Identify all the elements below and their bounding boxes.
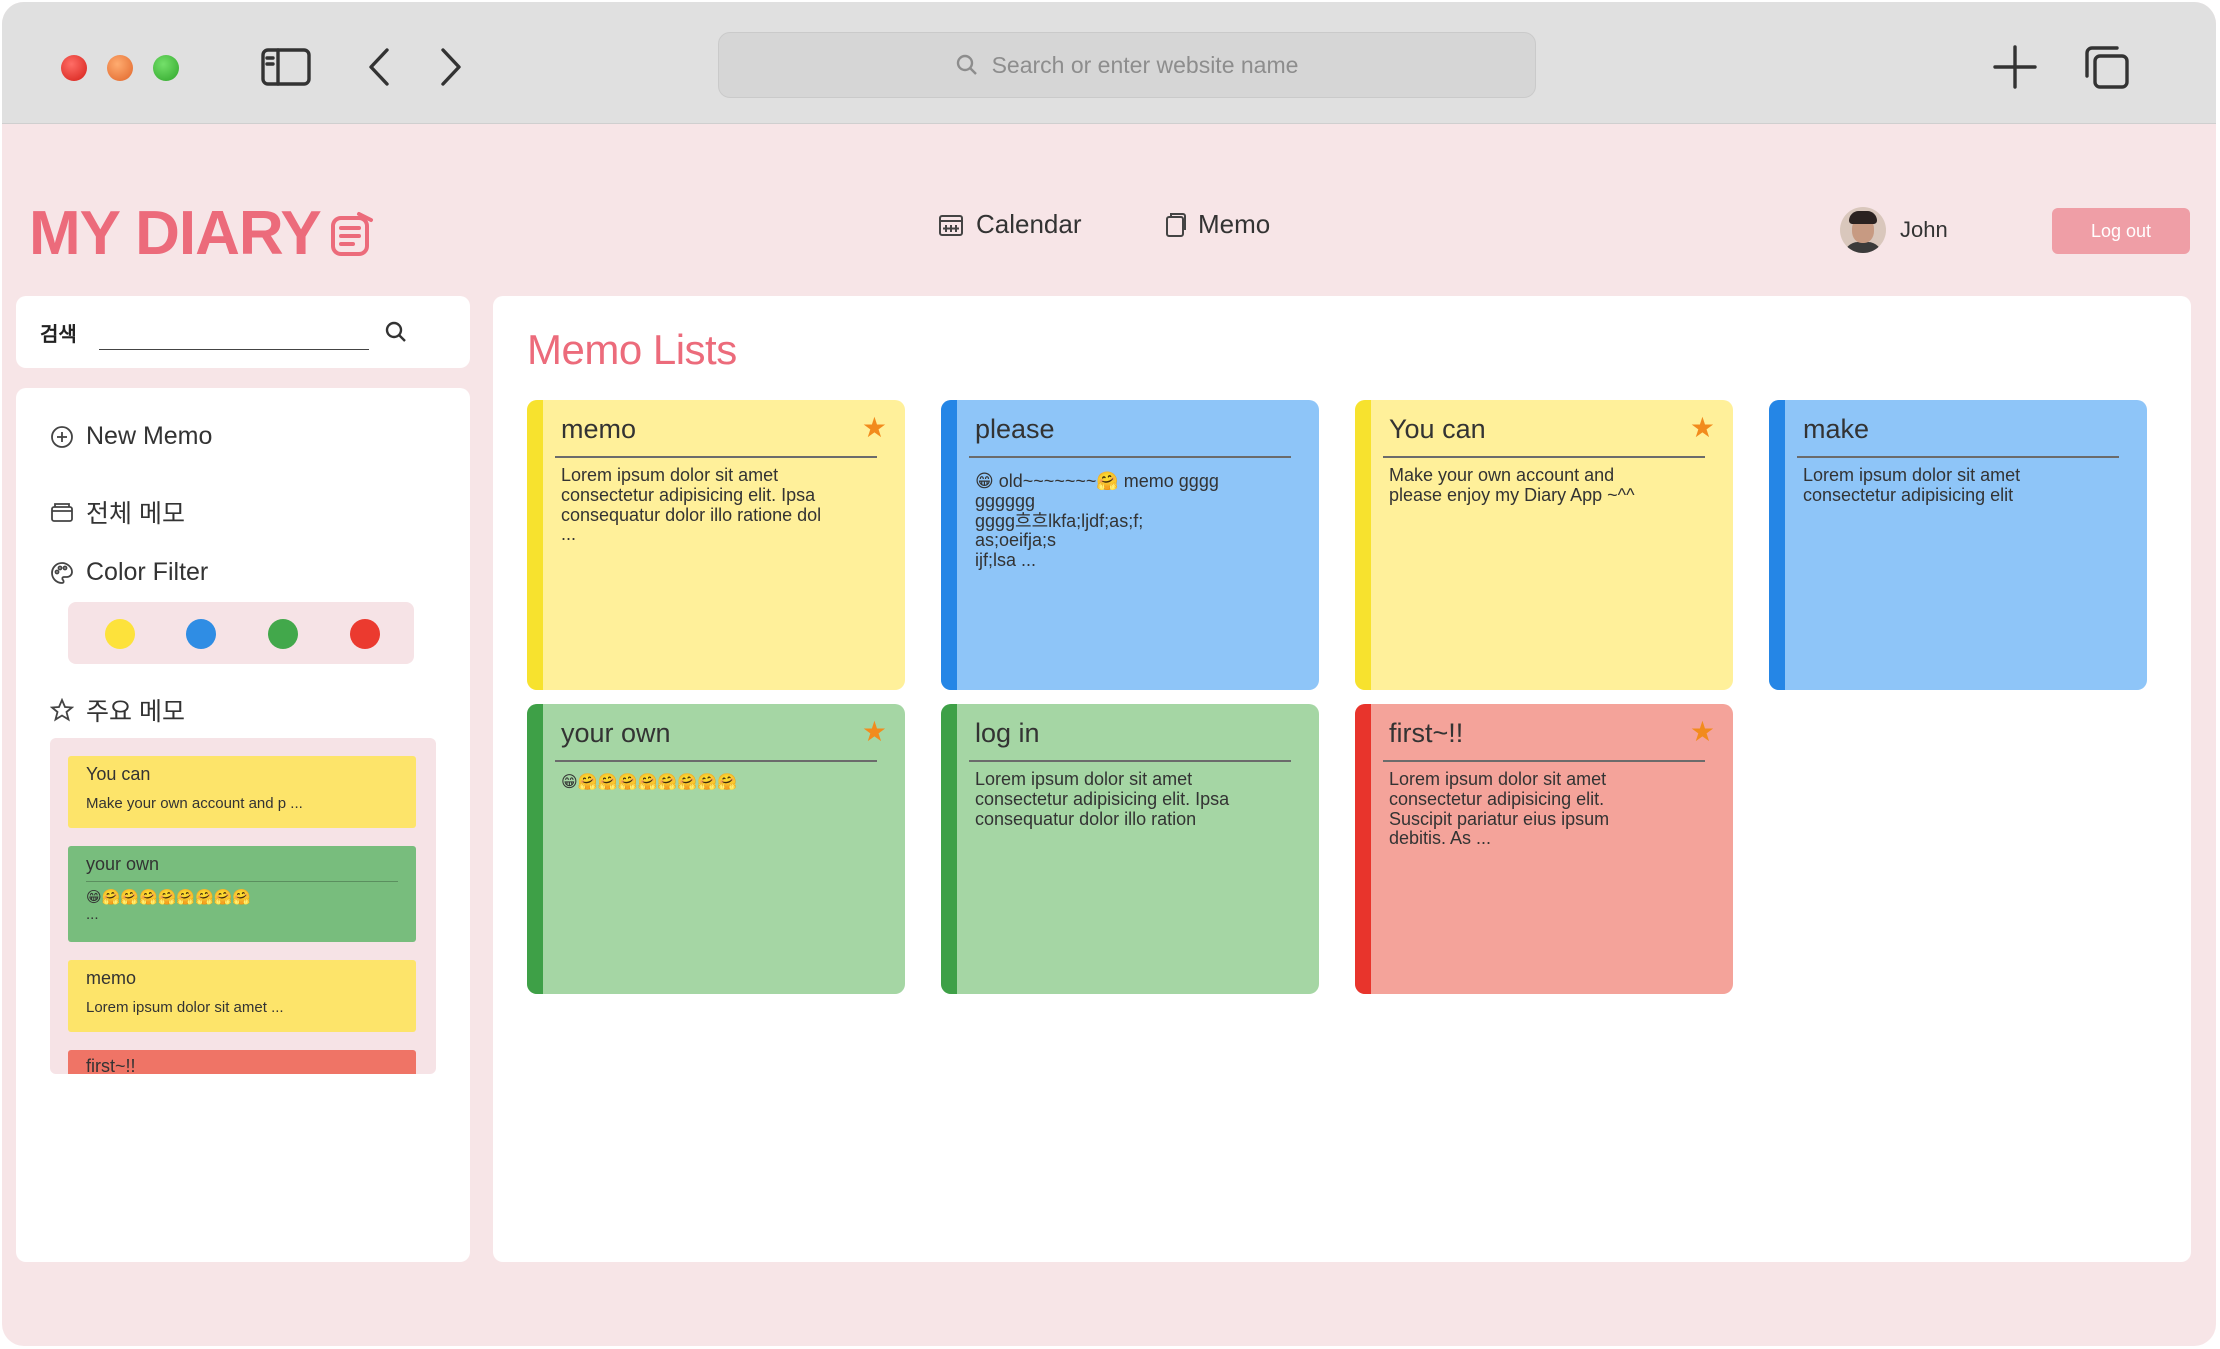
memo-body: 😁🤗🤗🤗🤗🤗🤗🤗🤗 <box>561 774 738 791</box>
favorite-memo-title: memo <box>86 968 137 988</box>
folder-icon <box>51 503 73 522</box>
favorite-memo-card[interactable]: first~!! <box>68 1050 416 1074</box>
memo-body: Lorem ipsum dolor sit amet consectetur a… <box>1803 465 2021 505</box>
filter-red[interactable] <box>350 619 380 649</box>
memo-color-stripe <box>527 704 543 994</box>
memo-card[interactable]: first~!! ★ Lorem ipsum dolor sit amet co… <box>1355 704 1733 994</box>
favorite-memos-list: You can Make your own account and p ... … <box>50 738 436 1074</box>
maximize-window-button[interactable] <box>153 55 179 81</box>
user-profile[interactable]: John <box>1840 207 1948 253</box>
memo-card[interactable]: log in ★ Lorem ipsum dolor sit amet cons… <box>941 704 1319 994</box>
filter-green[interactable] <box>268 619 298 649</box>
star-icon[interactable]: ★ <box>862 718 887 746</box>
memo-color-stripe <box>941 704 957 994</box>
address-placeholder: Search or enter website name <box>991 51 1299 78</box>
user-name: John <box>1900 217 1948 242</box>
color-filter-options <box>68 602 414 664</box>
star-icon[interactable]: ★ <box>862 414 887 442</box>
new-memo-button[interactable]: New Memo <box>50 422 212 451</box>
memo-color-stripe <box>1355 704 1371 994</box>
filter-yellow[interactable] <box>105 619 135 649</box>
memo-body: Lorem ipsum dolor sit amet consectetur a… <box>1389 769 1610 849</box>
memo-body: Lorem ipsum dolor sit amet consectetur a… <box>561 465 822 545</box>
new-tab-icon[interactable] <box>1992 42 2038 92</box>
favorite-memo-body: Make your own account and p ... <box>86 795 303 812</box>
nav-calendar[interactable]: Calendar <box>938 209 1082 240</box>
search-panel: 검색 <box>16 296 470 368</box>
color-filter-label: Color Filter <box>86 558 209 586</box>
memo-body: Lorem ipsum dolor sit amet consectetur a… <box>975 769 1230 829</box>
palette-icon <box>51 561 73 584</box>
memo-title: make <box>1803 414 1870 444</box>
memo-color-stripe <box>1769 400 1785 690</box>
memo-card[interactable]: memo ★ Lorem ipsum dolor sit amet consec… <box>527 400 905 690</box>
nav-memo-label: Memo <box>1198 209 1271 239</box>
search-icon <box>956 54 977 75</box>
star-icon[interactable]: ★ <box>1690 414 1715 442</box>
memo-title: log in <box>975 718 1040 748</box>
memo-color-stripe <box>1355 400 1371 690</box>
memo-body: 😁 old~~~~~~~🤗 memo gggg gggggg gggg흐흐lkf… <box>975 471 1219 571</box>
star-icon[interactable]: ★ <box>1690 718 1715 746</box>
nav-calendar-label: Calendar <box>976 209 1082 239</box>
page-title: Memo Lists <box>527 326 737 373</box>
search-label: 검색 <box>40 323 77 346</box>
nav-memo[interactable]: Memo <box>1164 209 1270 240</box>
search-input[interactable] <box>98 314 369 350</box>
browser-toolbar: Search or enter website name <box>2 2 2216 124</box>
address-bar[interactable]: Search or enter website name <box>718 32 1536 98</box>
memo-title: memo <box>561 414 637 444</box>
favorite-memo-ellipsis: ... <box>86 906 99 923</box>
memo-color-stripe <box>527 400 543 690</box>
browser-window: Search or enter website name MY DIARY Ca… <box>2 2 2216 1346</box>
plus-circle-icon <box>51 425 73 448</box>
memo-lists-panel: Memo Lists memo ★ Lorem ipsum dolor sit … <box>493 296 2191 1262</box>
filter-blue[interactable] <box>186 619 216 649</box>
memo-body: Make your own account and please enjoy m… <box>1389 465 1635 505</box>
calendar-icon <box>939 214 963 236</box>
color-filter-heading: Color Filter <box>50 558 208 587</box>
avatar <box>1840 207 1886 253</box>
memo-card[interactable]: please ★ 😁 old~~~~~~~🤗 memo gggg gggggg … <box>941 400 1319 690</box>
notepad-icon <box>330 211 373 256</box>
memo-color-stripe <box>941 400 957 690</box>
minimize-window-button[interactable] <box>107 55 133 81</box>
favorite-memo-title: your own <box>86 854 160 874</box>
memo-card[interactable]: make ★ Lorem ipsum dolor sit amet consec… <box>1769 400 2147 690</box>
favorite-memo-card[interactable]: your own 😁🤗🤗🤗🤗🤗🤗🤗🤗 ... <box>68 846 416 942</box>
logout-button[interactable]: Log out <box>2052 208 2190 254</box>
sidebar: New Memo 전체 메모 Color Filter 주요 메모 You ca… <box>16 388 470 1262</box>
favorite-memo-body: Lorem ipsum dolor sit amet ... <box>86 999 284 1016</box>
memo-title: You can <box>1389 414 1486 444</box>
forward-icon[interactable] <box>436 42 466 92</box>
all-memos-button[interactable]: 전체 메모 <box>50 494 185 530</box>
favorite-memo-card[interactable]: You can Make your own account and p ... <box>68 756 416 828</box>
sidebar-toggle-icon[interactable] <box>260 42 312 92</box>
favorites-heading: 주요 메모 <box>50 692 185 728</box>
new-memo-label: New Memo <box>86 422 213 450</box>
favorite-memo-card[interactable]: memo Lorem ipsum dolor sit amet ... <box>68 960 416 1032</box>
back-icon[interactable] <box>364 42 394 92</box>
memo-title: first~!! <box>1389 718 1464 748</box>
favorites-label: 주요 메모 <box>86 698 185 726</box>
close-window-button[interactable] <box>61 55 87 81</box>
app-logo[interactable]: MY DIARY <box>29 198 375 269</box>
memo-title: your own <box>561 718 671 748</box>
logo-text: MY DIARY <box>29 199 322 268</box>
all-memos-label: 전체 메모 <box>86 500 185 528</box>
favorite-memo-title: first~!! <box>86 1056 136 1074</box>
memo-title: please <box>975 414 1055 444</box>
favorite-memo-body: 😁🤗🤗🤗🤗🤗🤗🤗🤗 <box>86 889 252 906</box>
favorite-memo-title: You can <box>86 764 151 784</box>
search-icon[interactable] <box>385 321 407 343</box>
tabs-overview-icon[interactable] <box>2082 42 2132 92</box>
memo-card[interactable]: your own ★ 😁🤗🤗🤗🤗🤗🤗🤗🤗 <box>527 704 905 994</box>
memo-icon <box>1166 212 1186 237</box>
memo-card[interactable]: You can ★ Make your own account and plea… <box>1355 400 1733 690</box>
star-outline-icon <box>50 698 74 722</box>
